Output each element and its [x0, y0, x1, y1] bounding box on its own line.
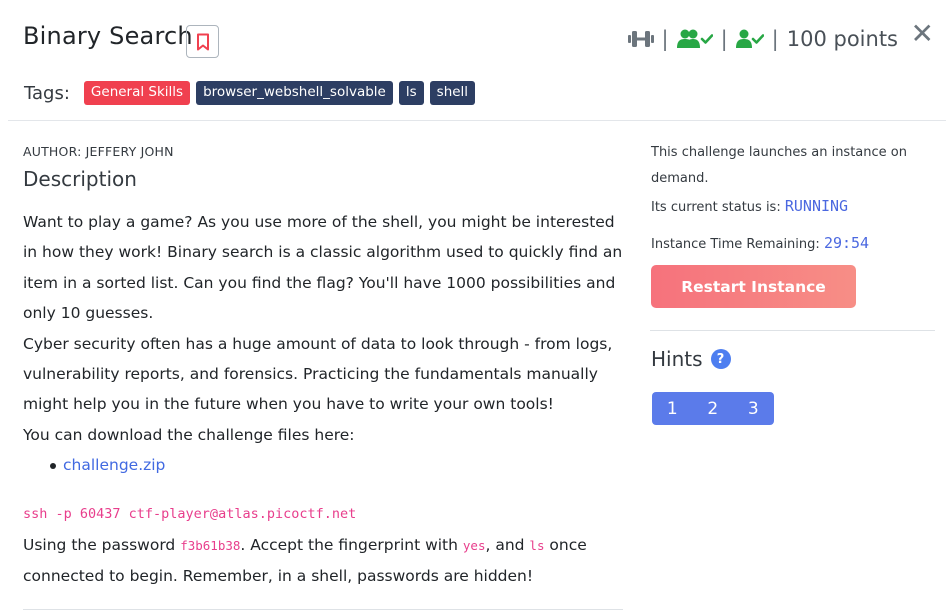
author-line: AUTHOR: JEFFERY JOHN — [23, 144, 174, 159]
hint-button-1[interactable]: 1 — [652, 392, 693, 425]
dumbbell-icon — [627, 31, 654, 47]
divider — [650, 330, 935, 331]
bookmark-button[interactable] — [186, 25, 219, 58]
download-link[interactable]: challenge.zip — [63, 456, 165, 474]
hint-button-group: 1 2 3 — [652, 392, 774, 425]
password-code: f3b61b38 — [180, 538, 241, 553]
hint-button-3[interactable]: 3 — [733, 392, 774, 425]
tag-shell[interactable]: shell — [429, 81, 476, 105]
description-paragraph: Cyber security often has a huge amount o… — [23, 334, 613, 414]
tag-browser-webshell-solvable[interactable]: browser_webshell_solvable — [196, 81, 393, 105]
challenge-stats: | | | 100 points — [627, 27, 898, 51]
tags-row: Tags: General Skills browser_webshell_so… — [24, 81, 476, 105]
challenge-title: Binary Search — [23, 22, 193, 50]
points-value: 100 points — [786, 27, 898, 51]
ls-code: ls — [529, 538, 545, 553]
instance-launch-text: This challenge launches an instance on d… — [651, 145, 907, 186]
bookmark-icon — [196, 33, 209, 50]
description-heading: Description — [23, 167, 137, 191]
yes-code: yes — [462, 538, 486, 553]
stats-divider: | — [771, 27, 779, 51]
instance-status: Its current status is: RUNNING — [651, 193, 921, 221]
instructions-text: , and — [485, 536, 530, 554]
divider — [8, 120, 946, 121]
hints-title: Hints — [651, 347, 703, 371]
restart-instance-button[interactable]: Restart Instance — [651, 265, 856, 308]
instance-time: Instance Time Remaining: 29:54 — [651, 230, 921, 258]
time-label: Instance Time Remaining: — [651, 237, 820, 252]
stats-divider: | — [661, 27, 669, 51]
hints-heading: Hints ? — [651, 347, 731, 371]
instructions-text: . Accept the fingerprint with — [240, 536, 463, 554]
description-paragraph: Want to play a game? As you use more of … — [23, 213, 623, 323]
download-list: challenge.zip — [23, 450, 627, 480]
question-circle-icon[interactable]: ? — [710, 349, 731, 369]
description-paragraph: You can download the challenge files her… — [23, 425, 355, 444]
status-label: Its current status is: — [651, 200, 781, 215]
list-item: challenge.zip — [50, 450, 627, 480]
instructions-paragraph: Using the password f3b61b38. Accept the … — [23, 530, 627, 592]
tags-label: Tags: — [24, 82, 70, 104]
instance-panel: This challenge launches an instance on d… — [651, 140, 921, 258]
tag-general-skills[interactable]: General Skills — [83, 81, 191, 105]
user-check-icon — [735, 29, 764, 48]
users-check-icon — [676, 29, 713, 48]
stats-divider: | — [720, 27, 728, 51]
hint-button-2[interactable]: 2 — [692, 392, 733, 425]
tag-ls[interactable]: ls — [398, 81, 424, 105]
description-body: Want to play a game? As you use more of … — [23, 207, 627, 481]
divider — [23, 609, 623, 610]
time-value: 29:54 — [823, 234, 870, 252]
instructions-text: Using the password — [23, 536, 181, 554]
close-icon[interactable]: ✕ — [911, 20, 934, 48]
ssh-command: ssh -p 60437 ctf-player@atlas.picoctf.ne… — [23, 506, 357, 522]
status-value: RUNNING — [784, 197, 849, 215]
